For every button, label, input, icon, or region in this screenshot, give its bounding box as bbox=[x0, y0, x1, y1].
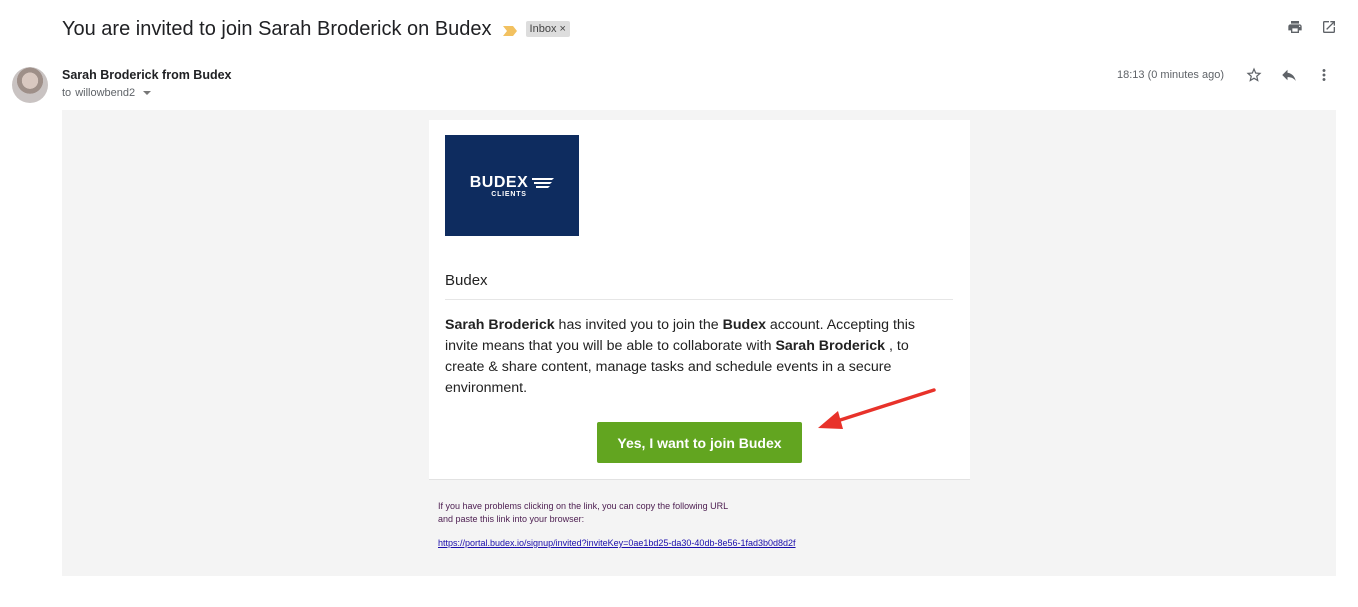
logo-wordmark: BUDEX bbox=[470, 174, 555, 192]
chevron-down-icon[interactable] bbox=[143, 91, 152, 95]
help-text: If you have problems clicking on the lin… bbox=[438, 501, 728, 524]
reply-icon[interactable] bbox=[1280, 66, 1298, 84]
join-budex-button[interactable]: Yes, I want to join Budex bbox=[597, 422, 802, 463]
recipient-line: to willowbend2 bbox=[62, 87, 152, 99]
remove-label-icon[interactable]: × bbox=[559, 23, 565, 35]
email-body: BUDEX CLIENTS Budex Sarah Broderick has … bbox=[62, 110, 1336, 576]
card-divider bbox=[429, 479, 970, 480]
logo-text: BUDEX bbox=[469, 173, 529, 191]
subject-actions bbox=[1286, 18, 1338, 36]
more-vert-icon[interactable] bbox=[1315, 66, 1333, 84]
sender-avatar[interactable] bbox=[12, 67, 48, 103]
logo-subtext: CLIENTS bbox=[491, 190, 527, 198]
account-name: Budex bbox=[722, 317, 766, 333]
budex-clients-logo: BUDEX CLIENTS bbox=[445, 135, 579, 236]
divider bbox=[445, 299, 953, 300]
importance-marker-icon[interactable] bbox=[502, 24, 518, 36]
email-subject: You are invited to join Sarah Broderick … bbox=[62, 17, 492, 40]
subject-row: You are invited to join Sarah Broderick … bbox=[62, 14, 1338, 44]
inviter-name: Sarah Broderick bbox=[445, 317, 555, 333]
inbox-label-chip[interactable]: Inbox × bbox=[525, 21, 570, 37]
open-in-new-icon[interactable] bbox=[1320, 18, 1338, 36]
email-timestamp: 18:13 (0 minutes ago) bbox=[1117, 69, 1225, 81]
label-text: Inbox bbox=[529, 23, 557, 35]
sender-name[interactable]: Sarah Broderick from Budex bbox=[62, 68, 232, 82]
message-text-1: has invited you to join the bbox=[554, 317, 723, 333]
logo-swoosh-icon bbox=[532, 177, 555, 188]
organization-name: Budex bbox=[445, 272, 488, 289]
inviter-name-2: Sarah Broderick bbox=[775, 338, 886, 354]
recipient-name: willowbend2 bbox=[75, 87, 136, 99]
message-actions bbox=[1245, 66, 1333, 84]
to-prefix: to bbox=[62, 87, 72, 99]
print-icon[interactable] bbox=[1286, 18, 1304, 36]
star-icon[interactable] bbox=[1245, 66, 1263, 84]
red-arrow-annotation bbox=[818, 388, 936, 429]
signup-link[interactable]: https://portal.budex.io/signup/invited?i… bbox=[438, 538, 796, 548]
